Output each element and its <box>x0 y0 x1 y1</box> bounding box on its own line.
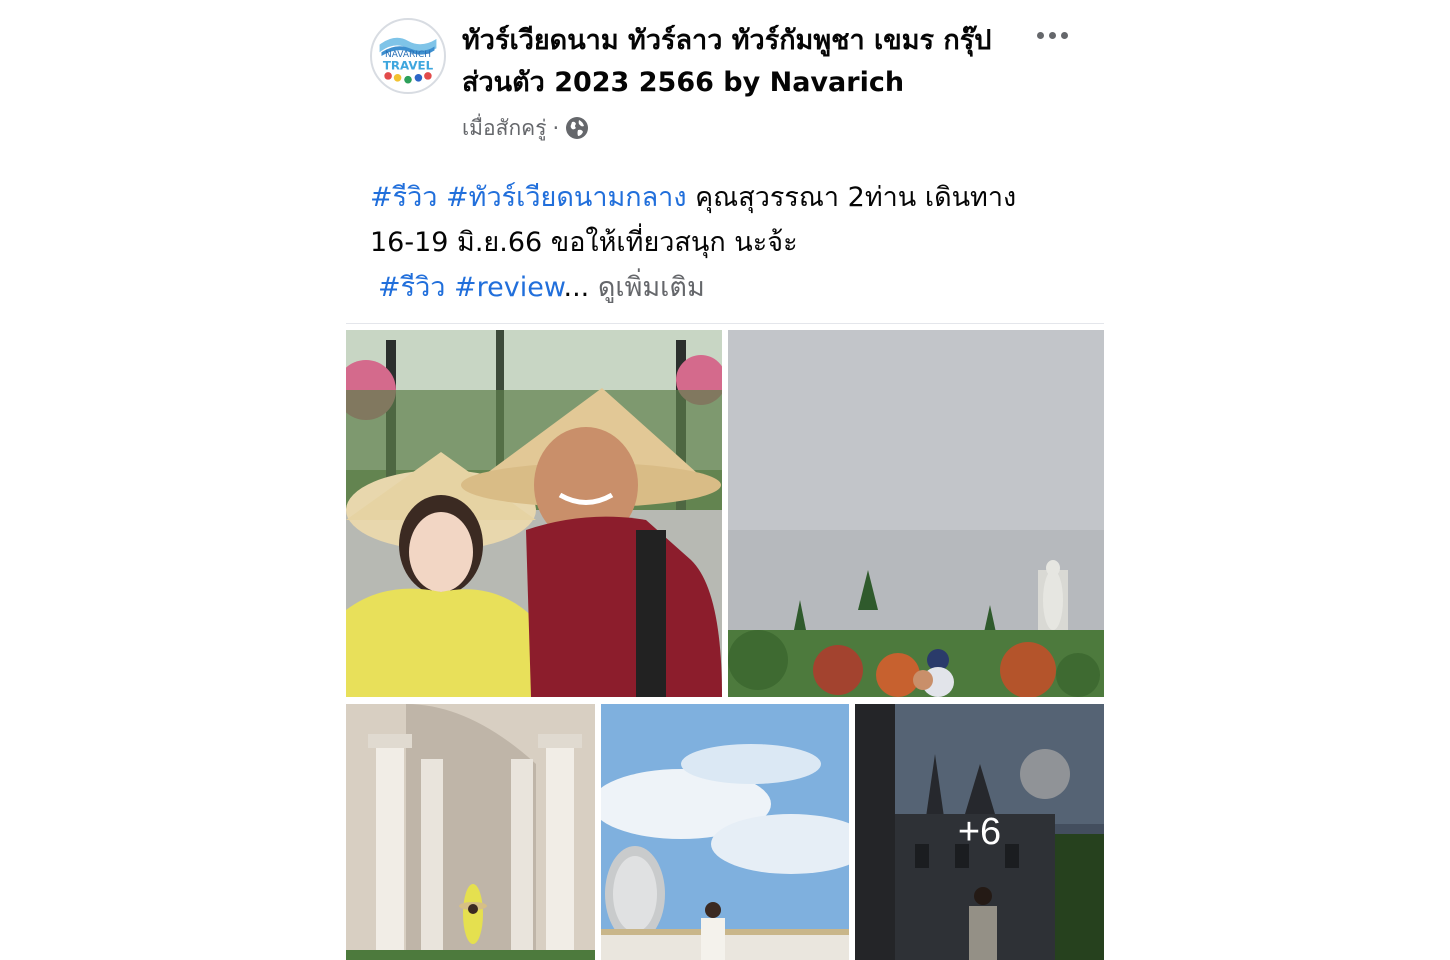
hashtag-review-th[interactable]: #รีวิว <box>378 272 445 303</box>
post-text: #รีวิว #ทัวร์เวียดนามกลาง คุณสุวรรณา 2ท่… <box>370 175 1070 310</box>
post-text-line-1: #รีวิว #ทัวร์เวียดนามกลาง คุณสุวรรณา 2ท่… <box>370 175 1070 220</box>
hashtag-review-en[interactable]: #review <box>454 272 563 303</box>
photo-couple-selfie[interactable] <box>346 330 722 697</box>
photo-garden-statue[interactable] <box>728 330 1104 697</box>
facebook-post: NAVARICH TRAVEL ทัวร์เวียดนาม ทัวร์ลาว ท… <box>346 0 1104 960</box>
photo-golden-bridge[interactable] <box>601 704 849 960</box>
post-text-line-3: #รีวิว #review... ดูเพิ่มเติม <box>370 265 1070 310</box>
divider <box>346 323 1104 324</box>
navarich-logo: NAVARICH TRAVEL <box>373 21 443 91</box>
page-name[interactable]: ทัวร์เวียดนาม ทัวร์ลาว ทัวร์กัมพูชา เขมร… <box>462 20 1022 104</box>
photo-castle-more[interactable]: +6 <box>855 704 1104 960</box>
globe-icon[interactable] <box>565 116 589 140</box>
meta-separator: · <box>552 116 560 140</box>
photo-columns[interactable] <box>346 704 595 960</box>
more-options-icon[interactable] <box>1030 22 1074 48</box>
post-text-line-1-body: คุณสุวรรณา 2ท่าน เดินทาง <box>686 182 1017 213</box>
svg-text:TRAVEL: TRAVEL <box>383 58 434 72</box>
post-meta: เมื่อสักครู่ · <box>462 112 589 144</box>
post-text-line-2: 16-19 มิ.ย.66 ขอให้เที่ยวสนุก นะจ้ะ <box>370 227 798 258</box>
hashtag-review[interactable]: #รีวิว <box>370 182 437 213</box>
post-timestamp[interactable]: เมื่อสักครู่ <box>462 112 547 145</box>
page-avatar[interactable]: NAVARICH TRAVEL <box>370 18 446 94</box>
text-ellipsis: ... <box>563 272 590 303</box>
hashtag-central-vietnam-tour[interactable]: #ทัวร์เวียดนามกลาง <box>446 182 686 213</box>
more-photos-count: +6 <box>957 810 1002 853</box>
see-more-link[interactable]: ดูเพิ่มเติม <box>598 272 705 303</box>
more-photos-overlay[interactable]: +6 <box>855 704 1104 960</box>
